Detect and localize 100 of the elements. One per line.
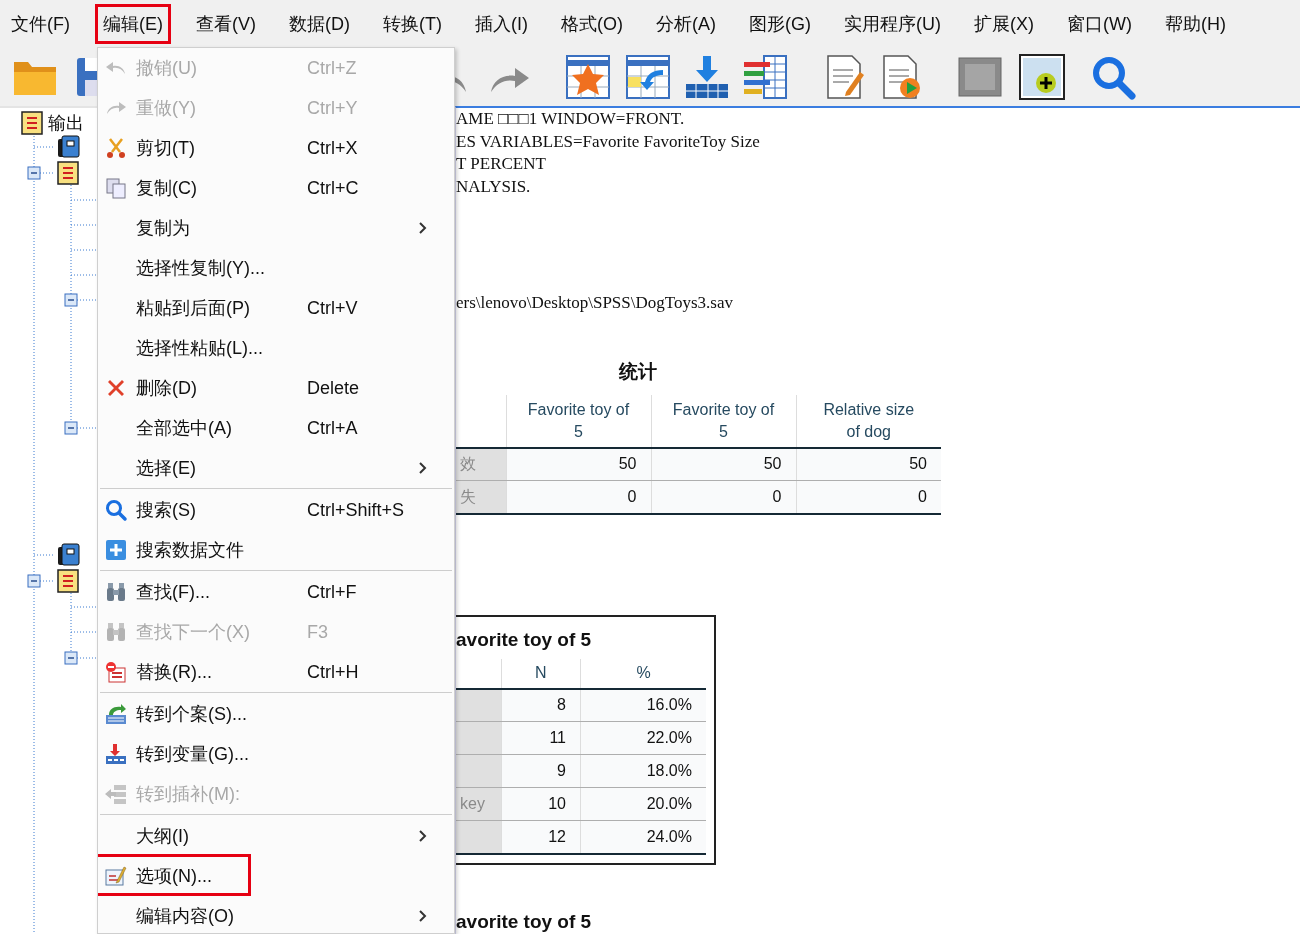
menu-bar-item[interactable]: 文件(F): [3, 4, 78, 44]
menu-item[interactable]: 选项(N)...: [98, 856, 454, 896]
table-cell: 12: [501, 820, 581, 854]
binoculars-icon: [104, 620, 128, 644]
menu-bar-item[interactable]: 帮助(H): [1156, 4, 1234, 44]
menu-item[interactable]: 剪切(T) Ctrl+X: [98, 128, 454, 168]
table-cell: 24.0%: [580, 820, 706, 854]
go-to-case-icon: [104, 702, 128, 726]
menu-bar-item[interactable]: 数据(D): [281, 4, 358, 44]
book-icon: [58, 543, 80, 566]
blank-square-icon[interactable]: [957, 54, 1003, 100]
menu-item[interactable]: 粘贴到后面(P) Ctrl+V: [98, 288, 454, 328]
shortcut-label: Ctrl+C: [307, 176, 359, 200]
tree-toggle[interactable]: [27, 574, 41, 588]
document-icon: [57, 161, 79, 185]
syntax-line: ers\lenovo\Desktop\SPSS\DogToys3.sav: [456, 292, 734, 314]
menu-item[interactable]: 编辑内容(O): [98, 896, 454, 933]
tree-toggle[interactable]: [64, 651, 78, 665]
binoculars-icon: [104, 580, 128, 604]
replace-icon: [104, 660, 128, 684]
menu-item[interactable]: 大纲(I): [98, 816, 454, 856]
star-grid-icon[interactable]: [565, 54, 611, 100]
search-icon[interactable]: [1090, 54, 1136, 100]
shortcut-label: Ctrl+X: [307, 136, 358, 160]
shortcut-label: Ctrl+F: [307, 580, 357, 604]
table-cell: 18.0%: [580, 754, 706, 788]
shortcut-label: Ctrl+A: [307, 416, 358, 440]
syntax-line: ES VARIABLES=Favorite FavoriteToy Size: [456, 130, 761, 153]
menu-item[interactable]: 复制(C) Ctrl+C: [98, 168, 454, 208]
menu-item[interactable]: 选择(E): [98, 448, 454, 488]
bar-list-icon[interactable]: [742, 54, 788, 100]
column-header: %: [580, 658, 706, 689]
shortcut-label: Ctrl+H: [307, 660, 359, 684]
menu-bar-item[interactable]: 编辑(E): [95, 4, 171, 44]
row-header: 失: [456, 480, 506, 514]
shortcut-label: Delete: [307, 376, 360, 400]
table-cell: 0: [506, 480, 651, 514]
tree-toggle[interactable]: [64, 421, 78, 435]
menu-item[interactable]: 选择性粘贴(L)...: [98, 328, 454, 368]
add-icon: [104, 538, 128, 562]
menu-item[interactable]: 转到个案(S)...: [98, 694, 454, 734]
table-cell: 16.0%: [580, 688, 706, 722]
table-cell: 8: [501, 688, 581, 722]
options-icon: [104, 864, 128, 888]
row-header: key: [456, 787, 501, 821]
column-header: N: [501, 658, 581, 689]
menu-bar-item[interactable]: 查看(V): [188, 4, 264, 44]
table-title: avorite toy of 5: [456, 627, 593, 652]
table-cell: 0: [651, 480, 796, 514]
menu-item[interactable]: 转到变量(G)...: [98, 734, 454, 774]
download-icon[interactable]: [684, 54, 730, 100]
menu-bar-item[interactable]: 窗口(W): [1058, 4, 1140, 44]
menu-item[interactable]: 查找(F)... Ctrl+F: [98, 572, 454, 612]
scissors-icon: [104, 136, 128, 160]
table-cell: 50: [651, 447, 796, 481]
shortcut-label: F3: [307, 620, 328, 644]
tree-toggle[interactable]: [27, 166, 41, 180]
syntax-line: T PERCENT: [456, 153, 547, 175]
menu-item[interactable]: 选择性复制(Y)...: [98, 248, 454, 288]
column-header: Favorite toy of 5: [506, 394, 651, 448]
shortcut-label: Ctrl+V: [307, 296, 358, 320]
tree-toggle[interactable]: [64, 293, 78, 307]
menu-bar-item[interactable]: 图形(G): [740, 4, 819, 44]
table-cell: 9: [501, 754, 581, 788]
shortcut-label: Ctrl+Shift+S: [307, 498, 405, 522]
tree-item[interactable]: 输出: [48, 113, 84, 133]
document-icon: [21, 111, 43, 135]
table-cell: 50: [796, 447, 941, 481]
menu-item[interactable]: 删除(D) Delete: [98, 368, 454, 408]
column-header: Favorite toy of 5: [651, 394, 796, 448]
menu-bar-item[interactable]: 扩展(X): [965, 4, 1042, 44]
menu-bar-item[interactable]: 插入(I): [466, 4, 536, 44]
menu-bar-item[interactable]: 转换(T): [375, 4, 450, 44]
table-cell: 50: [506, 447, 651, 481]
copy-icon: [104, 176, 128, 200]
table-cell: 10: [501, 787, 581, 821]
menu-item[interactable]: 替换(R)... Ctrl+H: [98, 652, 454, 692]
table-cell: 22.0%: [580, 721, 706, 755]
menu-item[interactable]: 复制为: [98, 208, 454, 248]
document-icon: [57, 569, 79, 593]
syntax-line: NALYSIS.: [456, 175, 532, 198]
table-cell: 11: [501, 721, 581, 755]
menu-bar-item[interactable]: 分析(A): [647, 4, 724, 44]
syntax-line: AME □□□1 WINDOW=FRONT.: [456, 108, 686, 130]
go-to-imputation-icon: [104, 782, 128, 806]
search-icon: [104, 498, 128, 522]
go-to-variable-icon: [104, 742, 128, 766]
shortcut-label: Ctrl+Z: [307, 56, 357, 80]
table-title: 统计: [619, 359, 658, 384]
menu-bar-item[interactable]: 格式(O): [552, 4, 631, 44]
table-cell: 0: [796, 480, 941, 514]
shortcut-label: Ctrl+Y: [307, 96, 358, 120]
table-cell: 20.0%: [580, 787, 706, 821]
menu-bar-item[interactable]: 实用程序(U): [835, 4, 949, 44]
menu-item[interactable]: 搜索数据文件: [98, 530, 454, 570]
book-icon: [58, 135, 80, 158]
table-title: avorite toy of 5: [456, 909, 593, 934]
menu-item[interactable]: 搜索(S) Ctrl+Shift+S: [98, 490, 454, 530]
menu-item[interactable]: 全部选中(A) Ctrl+A: [98, 408, 454, 448]
add-item-icon[interactable]: [1019, 54, 1065, 100]
